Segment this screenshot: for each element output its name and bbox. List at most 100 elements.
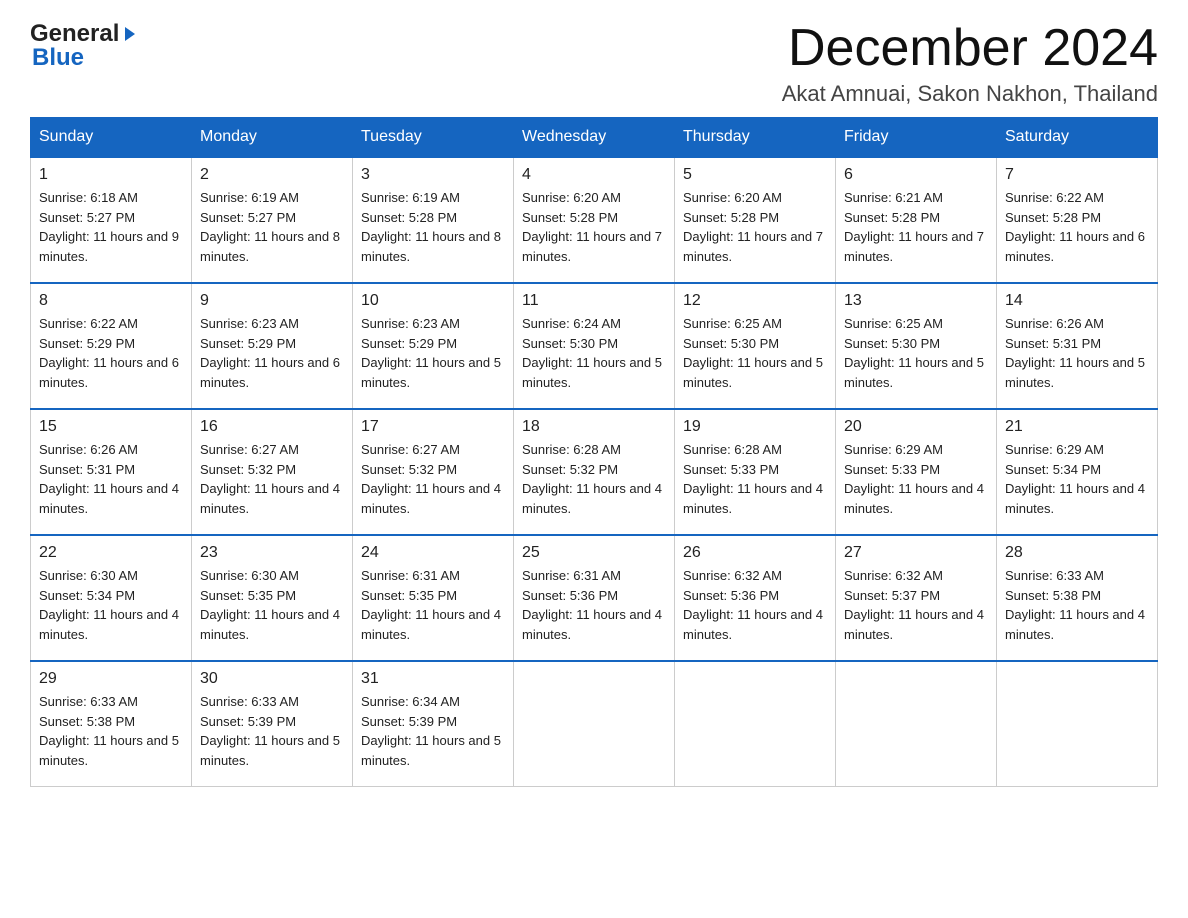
calendar-cell: 5 Sunrise: 6:20 AM Sunset: 5:28 PM Dayli… <box>675 157 836 283</box>
day-info: Sunrise: 6:31 AM Sunset: 5:36 PM Dayligh… <box>522 566 666 644</box>
day-info: Sunrise: 6:23 AM Sunset: 5:29 PM Dayligh… <box>361 314 505 392</box>
calendar-cell <box>997 661 1158 787</box>
day-info: Sunrise: 6:20 AM Sunset: 5:28 PM Dayligh… <box>522 188 666 266</box>
day-info: Sunrise: 6:20 AM Sunset: 5:28 PM Dayligh… <box>683 188 827 266</box>
calendar-week-row: 8 Sunrise: 6:22 AM Sunset: 5:29 PM Dayli… <box>31 283 1158 409</box>
page-header: General Blue December 2024 Akat Amnuai, … <box>30 20 1158 107</box>
calendar-cell: 2 Sunrise: 6:19 AM Sunset: 5:27 PM Dayli… <box>192 157 353 283</box>
calendar-cell: 1 Sunrise: 6:18 AM Sunset: 5:27 PM Dayli… <box>31 157 192 283</box>
calendar-header-wednesday: Wednesday <box>514 118 675 158</box>
day-info: Sunrise: 6:31 AM Sunset: 5:35 PM Dayligh… <box>361 566 505 644</box>
day-info: Sunrise: 6:34 AM Sunset: 5:39 PM Dayligh… <box>361 692 505 770</box>
calendar-cell: 11 Sunrise: 6:24 AM Sunset: 5:30 PM Dayl… <box>514 283 675 409</box>
day-info: Sunrise: 6:30 AM Sunset: 5:34 PM Dayligh… <box>39 566 183 644</box>
calendar-header-tuesday: Tuesday <box>353 118 514 158</box>
day-number: 7 <box>1005 166 1149 184</box>
calendar-table: SundayMondayTuesdayWednesdayThursdayFrid… <box>30 117 1158 787</box>
day-number: 14 <box>1005 292 1149 310</box>
logo-arrow-icon <box>121 25 139 43</box>
day-info: Sunrise: 6:21 AM Sunset: 5:28 PM Dayligh… <box>844 188 988 266</box>
day-number: 1 <box>39 166 183 184</box>
calendar-title: December 2024 <box>782 20 1158 77</box>
calendar-cell: 22 Sunrise: 6:30 AM Sunset: 5:34 PM Dayl… <box>31 535 192 661</box>
day-info: Sunrise: 6:26 AM Sunset: 5:31 PM Dayligh… <box>39 440 183 518</box>
calendar-cell: 30 Sunrise: 6:33 AM Sunset: 5:39 PM Dayl… <box>192 661 353 787</box>
day-info: Sunrise: 6:25 AM Sunset: 5:30 PM Dayligh… <box>844 314 988 392</box>
calendar-cell: 10 Sunrise: 6:23 AM Sunset: 5:29 PM Dayl… <box>353 283 514 409</box>
calendar-cell: 23 Sunrise: 6:30 AM Sunset: 5:35 PM Dayl… <box>192 535 353 661</box>
day-info: Sunrise: 6:30 AM Sunset: 5:35 PM Dayligh… <box>200 566 344 644</box>
day-number: 16 <box>200 418 344 436</box>
calendar-cell: 21 Sunrise: 6:29 AM Sunset: 5:34 PM Dayl… <box>997 409 1158 535</box>
day-info: Sunrise: 6:29 AM Sunset: 5:34 PM Dayligh… <box>1005 440 1149 518</box>
day-info: Sunrise: 6:29 AM Sunset: 5:33 PM Dayligh… <box>844 440 988 518</box>
day-number: 5 <box>683 166 827 184</box>
logo: General Blue <box>30 20 139 72</box>
calendar-cell: 17 Sunrise: 6:27 AM Sunset: 5:32 PM Dayl… <box>353 409 514 535</box>
day-info: Sunrise: 6:19 AM Sunset: 5:27 PM Dayligh… <box>200 188 344 266</box>
calendar-cell: 13 Sunrise: 6:25 AM Sunset: 5:30 PM Dayl… <box>836 283 997 409</box>
day-info: Sunrise: 6:33 AM Sunset: 5:38 PM Dayligh… <box>39 692 183 770</box>
day-info: Sunrise: 6:24 AM Sunset: 5:30 PM Dayligh… <box>522 314 666 392</box>
calendar-cell: 27 Sunrise: 6:32 AM Sunset: 5:37 PM Dayl… <box>836 535 997 661</box>
day-info: Sunrise: 6:27 AM Sunset: 5:32 PM Dayligh… <box>361 440 505 518</box>
day-number: 17 <box>361 418 505 436</box>
day-number: 12 <box>683 292 827 310</box>
calendar-week-row: 15 Sunrise: 6:26 AM Sunset: 5:31 PM Dayl… <box>31 409 1158 535</box>
day-number: 3 <box>361 166 505 184</box>
day-info: Sunrise: 6:27 AM Sunset: 5:32 PM Dayligh… <box>200 440 344 518</box>
calendar-cell: 14 Sunrise: 6:26 AM Sunset: 5:31 PM Dayl… <box>997 283 1158 409</box>
calendar-cell <box>675 661 836 787</box>
day-number: 6 <box>844 166 988 184</box>
calendar-week-row: 29 Sunrise: 6:33 AM Sunset: 5:38 PM Dayl… <box>31 661 1158 787</box>
calendar-cell: 26 Sunrise: 6:32 AM Sunset: 5:36 PM Dayl… <box>675 535 836 661</box>
day-info: Sunrise: 6:23 AM Sunset: 5:29 PM Dayligh… <box>200 314 344 392</box>
calendar-cell: 16 Sunrise: 6:27 AM Sunset: 5:32 PM Dayl… <box>192 409 353 535</box>
calendar-subtitle: Akat Amnuai, Sakon Nakhon, Thailand <box>782 81 1158 107</box>
calendar-cell: 8 Sunrise: 6:22 AM Sunset: 5:29 PM Dayli… <box>31 283 192 409</box>
calendar-header-row: SundayMondayTuesdayWednesdayThursdayFrid… <box>31 118 1158 158</box>
day-number: 4 <box>522 166 666 184</box>
day-number: 11 <box>522 292 666 310</box>
calendar-cell: 31 Sunrise: 6:34 AM Sunset: 5:39 PM Dayl… <box>353 661 514 787</box>
calendar-cell: 12 Sunrise: 6:25 AM Sunset: 5:30 PM Dayl… <box>675 283 836 409</box>
day-number: 10 <box>361 292 505 310</box>
calendar-header-friday: Friday <box>836 118 997 158</box>
day-number: 2 <box>200 166 344 184</box>
day-number: 31 <box>361 670 505 688</box>
day-info: Sunrise: 6:28 AM Sunset: 5:32 PM Dayligh… <box>522 440 666 518</box>
day-number: 23 <box>200 544 344 562</box>
calendar-cell: 15 Sunrise: 6:26 AM Sunset: 5:31 PM Dayl… <box>31 409 192 535</box>
day-info: Sunrise: 6:33 AM Sunset: 5:39 PM Dayligh… <box>200 692 344 770</box>
calendar-cell: 24 Sunrise: 6:31 AM Sunset: 5:35 PM Dayl… <box>353 535 514 661</box>
day-number: 15 <box>39 418 183 436</box>
day-number: 21 <box>1005 418 1149 436</box>
day-number: 8 <box>39 292 183 310</box>
calendar-cell: 19 Sunrise: 6:28 AM Sunset: 5:33 PM Dayl… <box>675 409 836 535</box>
calendar-header-monday: Monday <box>192 118 353 158</box>
calendar-cell: 29 Sunrise: 6:33 AM Sunset: 5:38 PM Dayl… <box>31 661 192 787</box>
day-number: 29 <box>39 670 183 688</box>
logo-text-blue: Blue <box>30 44 139 72</box>
day-number: 30 <box>200 670 344 688</box>
calendar-cell: 6 Sunrise: 6:21 AM Sunset: 5:28 PM Dayli… <box>836 157 997 283</box>
calendar-cell: 28 Sunrise: 6:33 AM Sunset: 5:38 PM Dayl… <box>997 535 1158 661</box>
day-info: Sunrise: 6:18 AM Sunset: 5:27 PM Dayligh… <box>39 188 183 266</box>
day-number: 20 <box>844 418 988 436</box>
day-info: Sunrise: 6:33 AM Sunset: 5:38 PM Dayligh… <box>1005 566 1149 644</box>
calendar-week-row: 1 Sunrise: 6:18 AM Sunset: 5:27 PM Dayli… <box>31 157 1158 283</box>
day-number: 9 <box>200 292 344 310</box>
calendar-cell: 3 Sunrise: 6:19 AM Sunset: 5:28 PM Dayli… <box>353 157 514 283</box>
day-number: 22 <box>39 544 183 562</box>
day-info: Sunrise: 6:22 AM Sunset: 5:28 PM Dayligh… <box>1005 188 1149 266</box>
calendar-cell: 18 Sunrise: 6:28 AM Sunset: 5:32 PM Dayl… <box>514 409 675 535</box>
day-info: Sunrise: 6:19 AM Sunset: 5:28 PM Dayligh… <box>361 188 505 266</box>
day-number: 25 <box>522 544 666 562</box>
calendar-cell: 20 Sunrise: 6:29 AM Sunset: 5:33 PM Dayl… <box>836 409 997 535</box>
day-number: 18 <box>522 418 666 436</box>
calendar-header-saturday: Saturday <box>997 118 1158 158</box>
day-info: Sunrise: 6:32 AM Sunset: 5:36 PM Dayligh… <box>683 566 827 644</box>
day-info: Sunrise: 6:32 AM Sunset: 5:37 PM Dayligh… <box>844 566 988 644</box>
day-number: 24 <box>361 544 505 562</box>
day-number: 26 <box>683 544 827 562</box>
